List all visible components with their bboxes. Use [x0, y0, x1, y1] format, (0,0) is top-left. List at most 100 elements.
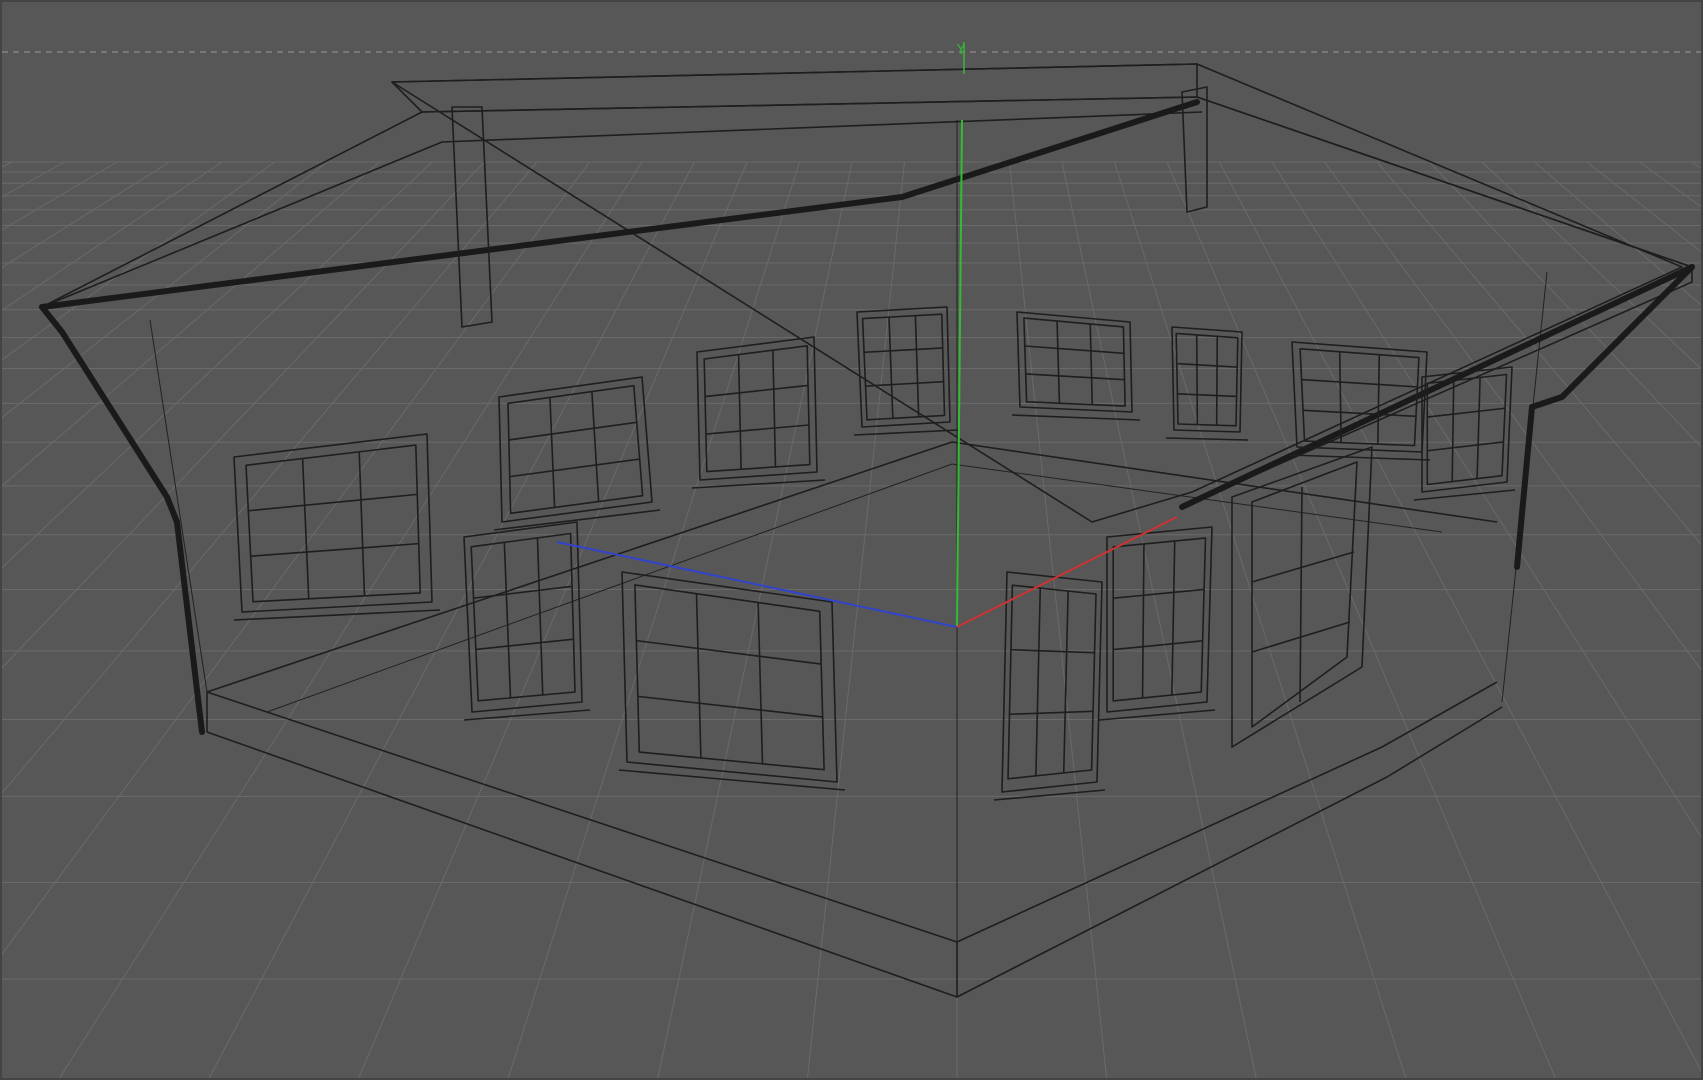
rafter [462, 100, 1014, 209]
window-frame [233, 433, 433, 613]
grid-line [507, 161, 800, 1078]
window-frame [463, 521, 583, 713]
ground-grid [2, 161, 1701, 1078]
grid-line [1219, 161, 1701, 1072]
3d-viewport[interactable]: Y [0, 0, 1703, 1080]
window-transom [508, 421, 637, 441]
window-transom [1024, 345, 1125, 355]
rafter [582, 97, 1192, 182]
window-mullion [1035, 588, 1042, 776]
rafter [502, 99, 1074, 200]
grid-line [1481, 161, 1701, 370]
window-frame [696, 336, 818, 481]
window-mullion [1215, 336, 1219, 426]
window-transom [637, 695, 823, 718]
grid-line [58, 161, 643, 1078]
window-mullion [1171, 541, 1176, 696]
window-transom [1177, 393, 1237, 398]
rafter [542, 98, 1133, 191]
window-frame [856, 306, 951, 428]
window-mullion [914, 315, 920, 417]
grid-line [1166, 161, 1556, 1078]
window-transom [704, 384, 809, 398]
window-transom [1009, 710, 1094, 716]
grid-line [1009, 161, 1108, 1078]
window-sill [691, 479, 826, 489]
gutter-downpipe-left [39, 304, 205, 735]
window-transom [1176, 362, 1238, 368]
window-mullion [1451, 380, 1455, 482]
wall-left-vertical [149, 319, 208, 693]
rafter [102, 111, 481, 293]
window-transom [705, 424, 810, 435]
world-axes: Y [556, 42, 1178, 628]
grid-line [2, 161, 433, 569]
window-sash [1007, 584, 1097, 780]
rafter [481, 111, 1234, 114]
door-mullion [1299, 486, 1303, 703]
house-wireframe[interactable] [39, 63, 1695, 998]
grid-line [358, 161, 748, 1078]
grid-line [1691, 161, 1701, 169]
grid-line [1324, 161, 1701, 671]
window-transom [1427, 407, 1506, 418]
grid-line [1639, 161, 1701, 208]
window-mullion [772, 350, 777, 467]
rafter [1074, 99, 1604, 237]
window-transom [1113, 588, 1205, 600]
window-transom [1025, 373, 1125, 381]
grid-line [657, 161, 853, 1078]
window-mullion [737, 354, 742, 470]
window-transom [1427, 441, 1504, 452]
window-frame [1291, 341, 1428, 453]
rafter [142, 110, 540, 284]
window-mullion [1056, 321, 1061, 404]
window-sash [1023, 317, 1126, 407]
window-sash [703, 344, 811, 473]
window-transom [865, 380, 944, 387]
window-frame [1001, 571, 1103, 793]
window-frame [621, 571, 838, 783]
window-transom [250, 542, 419, 558]
window-transom [1301, 378, 1418, 388]
window-mullion [591, 391, 600, 502]
window-mullion [757, 602, 764, 764]
grid-line [1061, 161, 1257, 1078]
grid-line [1114, 161, 1407, 1078]
floor-top-edge [206, 681, 1498, 943]
rafter [262, 106, 718, 256]
z-axis-line [556, 541, 958, 628]
grid-line [1376, 161, 1701, 545]
grid-line [2, 161, 328, 419]
rafter [1133, 98, 1640, 250]
window-transom [636, 639, 822, 665]
window-sash [245, 444, 422, 603]
gutter-right [1179, 264, 1695, 510]
y-axis-label: Y [956, 43, 965, 58]
window-frame [498, 376, 653, 523]
grid-line [208, 161, 695, 1078]
window-mullion [1195, 334, 1199, 425]
window-mullion [1089, 323, 1094, 405]
grid-line [1586, 161, 1701, 253]
window-sill [1165, 437, 1249, 441]
rafter [896, 103, 1493, 201]
window-mullion [1141, 543, 1145, 698]
window-transom [475, 638, 574, 651]
window-frame [1106, 526, 1213, 713]
door-panel [1251, 461, 1358, 728]
window-transom [1113, 639, 1203, 651]
rafter [182, 109, 600, 275]
viewport-canvas[interactable]: Y [2, 2, 1703, 1080]
window-frame [1171, 326, 1243, 433]
window-mullion [695, 593, 702, 758]
window-mullion [358, 451, 366, 596]
window-mullion [549, 397, 556, 508]
grid-line [2, 161, 275, 361]
window-transom [509, 458, 640, 478]
window-sash [1175, 332, 1239, 427]
grid-line [1271, 161, 1701, 838]
rafter [600, 109, 1308, 139]
window-mullion [503, 542, 512, 698]
window-transom [473, 585, 573, 599]
